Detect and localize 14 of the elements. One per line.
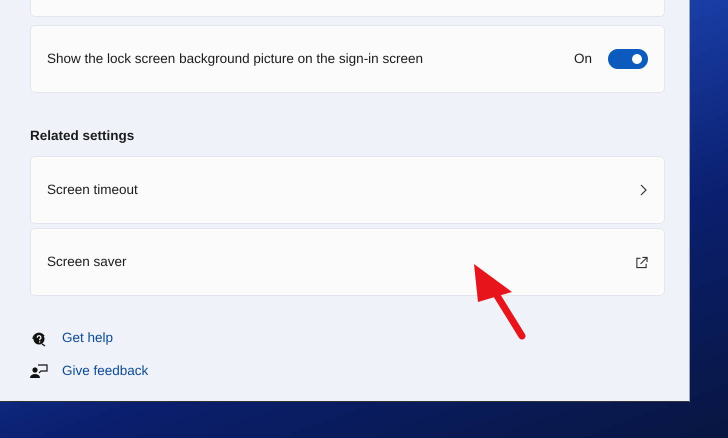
feedback-link[interactable]: Give feedback [62,360,148,381]
toggle-state-text: On [574,50,592,68]
feedback-icon [30,362,48,380]
external-link-icon [635,256,648,269]
help-icon [30,330,48,347]
setting-label: Show the lock screen background picture on the sign-in screen [47,50,424,68]
settings-link-card[interactable]: Screen saver [30,228,665,296]
help-link[interactable]: Get help [62,328,114,348]
toggle-switch[interactable] [608,49,648,69]
settings-link-card[interactable]: Screen timeout [30,156,665,224]
setting-label: Screen timeout [47,181,139,200]
setting-label: Screen saver [47,253,128,272]
section-heading: Related settings [30,127,136,145]
chevron-right-icon [638,184,648,196]
